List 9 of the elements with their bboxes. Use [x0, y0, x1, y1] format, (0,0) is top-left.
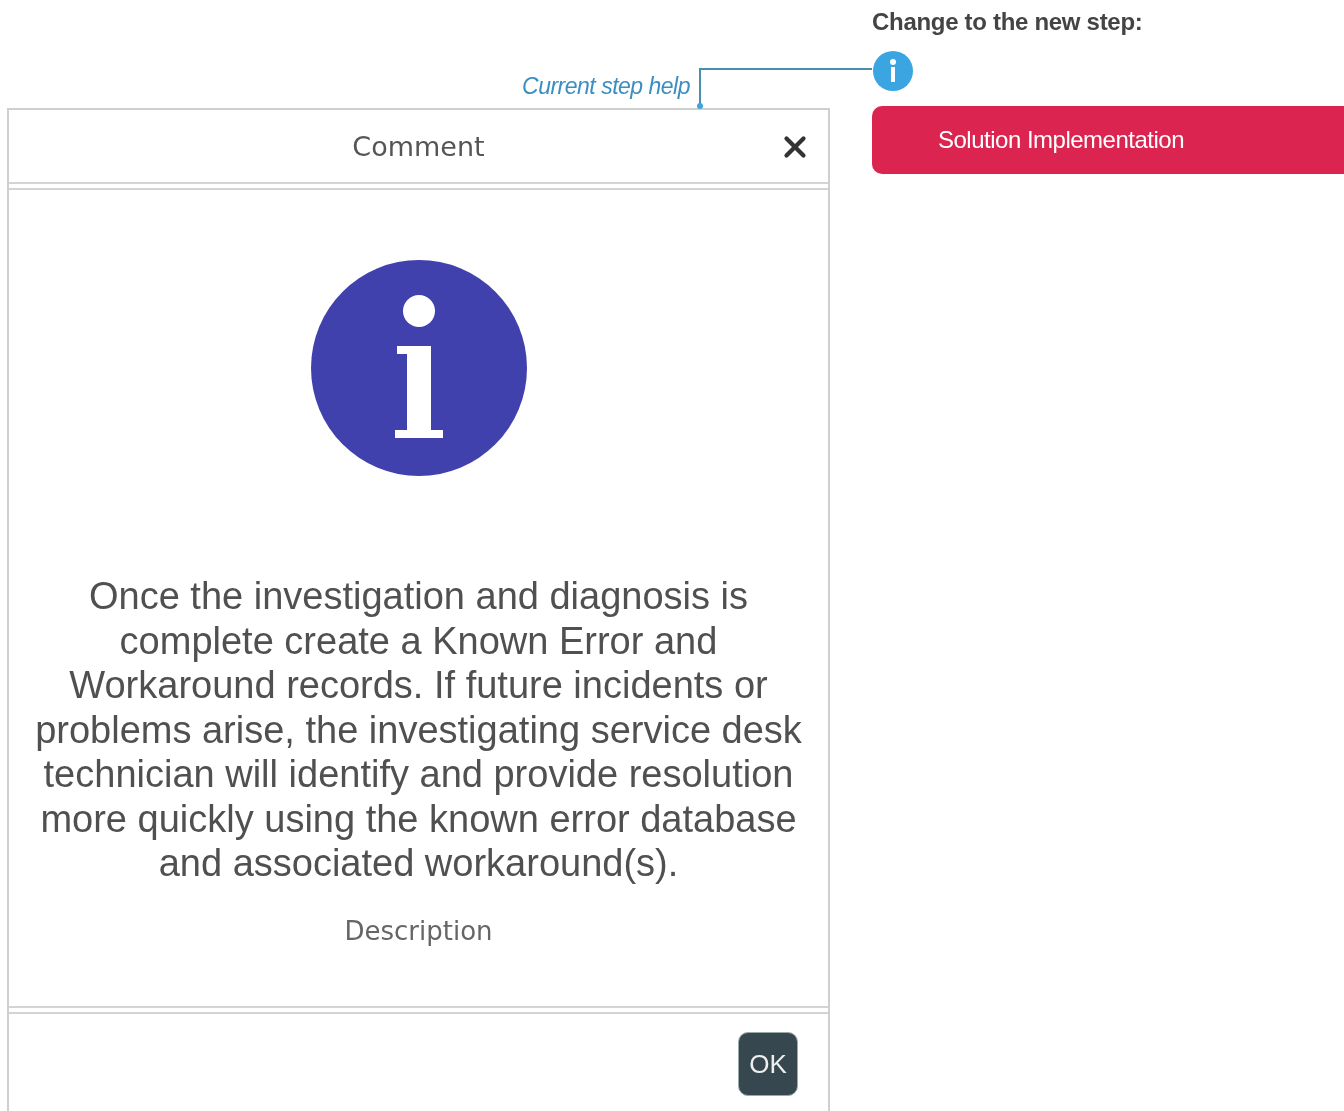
- current-step-help-label: Current step help: [522, 73, 690, 100]
- info-icon[interactable]: [872, 50, 914, 92]
- dialog-title: Comment: [352, 130, 485, 162]
- new-step-heading: Change to the new step:: [872, 8, 1144, 36]
- step-button[interactable]: Solution Implementation: [872, 106, 1344, 174]
- ok-button[interactable]: OK: [738, 1032, 798, 1096]
- info-icon: [308, 258, 529, 478]
- field-label: Description: [344, 915, 493, 946]
- message-text: Once the investigation and diagnosis is complete create a Known Error and Workaround records. If future incidents or problems arise, the investigating service desk technician will identify and provide resolution more quickly using the known error database and associated workaround(s).: [34, 574, 803, 886]
